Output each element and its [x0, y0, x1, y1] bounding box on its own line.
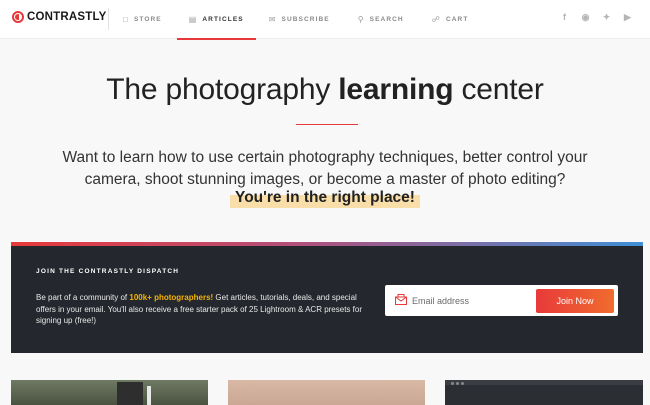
header-divider: [108, 8, 109, 30]
facebook-icon[interactable]: f: [560, 13, 569, 22]
nav-search[interactable]: ⚲ SEARCH: [347, 0, 415, 39]
instagram-icon[interactable]: ◉: [581, 13, 590, 22]
nav-articles-label: ARTICLES: [202, 16, 244, 23]
cart-icon: ☍: [431, 15, 441, 24]
nav-cart-label: CART: [445, 16, 469, 23]
join-now-button[interactable]: Join Now: [536, 289, 614, 313]
main-nav: □ STORE ▤ ARTICLES ✉ SUBSCRIBE ⚲ SEARCH …: [112, 0, 480, 40]
newsletter-body-pre: Be part of a community of: [36, 293, 130, 302]
nav-subscribe-label: SUBSCRIBE: [281, 16, 330, 23]
nav-articles[interactable]: ▤ ARTICLES: [176, 0, 256, 40]
card-image-toolbar: [445, 380, 643, 385]
article-card[interactable]: [11, 380, 208, 405]
signup-form: Join Now: [385, 285, 618, 316]
article-card[interactable]: [445, 380, 643, 405]
newsletter-title: JOIN THE CONTRASTLY DISPATCH: [36, 268, 180, 275]
nav-store[interactable]: □ STORE: [112, 0, 173, 39]
nav-cart[interactable]: ☍ CART: [421, 0, 480, 39]
store-icon: □: [123, 15, 129, 24]
email-input[interactable]: [412, 285, 534, 316]
nav-store-label: STORE: [133, 16, 162, 23]
title-bold: learning: [338, 73, 454, 106]
newsletter-description: Be part of a community of 100k+ photogra…: [36, 292, 366, 327]
hero-cta-wrap: You're in the right place!: [0, 188, 650, 208]
title-end: center: [453, 73, 544, 106]
twitter-icon[interactable]: ✦: [602, 13, 611, 22]
card-image-dot: [456, 382, 459, 385]
card-image-subject: [117, 382, 143, 405]
logo-text: CONTRASTLY: [27, 11, 107, 23]
articles-icon: ▤: [188, 15, 198, 24]
logo[interactable]: CONTRASTLY: [12, 11, 107, 23]
social-links: f ◉ ✦ ▶: [560, 13, 632, 22]
page-title: The photography learning center: [0, 73, 650, 107]
envelope-icon: ✉: [268, 15, 277, 24]
hero-subtitle: Want to learn how to use certain photogr…: [62, 149, 588, 188]
logo-icon: [12, 11, 24, 23]
mail-icon: [395, 294, 407, 305]
search-icon: ⚲: [357, 15, 365, 24]
hero-cta: You're in the right place!: [230, 188, 420, 208]
title-light: The photography: [106, 73, 339, 106]
newsletter-panel: JOIN THE CONTRASTLY DISPATCH Be part of …: [11, 242, 643, 353]
article-card[interactable]: [228, 380, 425, 405]
card-image-dot: [451, 382, 454, 385]
site-header: CONTRASTLY □ STORE ▤ ARTICLES ✉ SUBSCRIB…: [0, 0, 650, 40]
card-image-dot: [461, 382, 464, 385]
newsletter-body-highlight: 100k+ photographers!: [129, 293, 214, 302]
nav-subscribe[interactable]: ✉ SUBSCRIBE: [258, 0, 341, 39]
youtube-icon[interactable]: ▶: [623, 13, 632, 22]
card-image-detail: [147, 386, 151, 405]
nav-search-label: SEARCH: [369, 16, 404, 23]
title-underline: [296, 124, 358, 125]
